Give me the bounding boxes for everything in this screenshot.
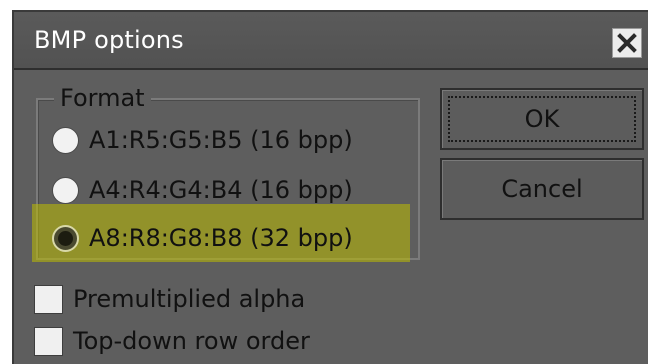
premultiplied-alpha-checkbox[interactable] xyxy=(34,284,63,314)
radio-button-selected[interactable] xyxy=(52,224,79,252)
top-down-row-order-checkbox[interactable] xyxy=(34,326,63,356)
premultiplied-alpha-label: Premultiplied alpha xyxy=(73,285,306,313)
format-option-label: A4:R4:G4:B4 (16 bpp) xyxy=(89,176,353,204)
format-option-label: A1:R5:G5:B5 (16 bpp) xyxy=(89,126,353,154)
radio-button[interactable] xyxy=(52,126,79,154)
top-down-row-order-checkbox-row[interactable]: Top-down row order xyxy=(34,324,310,358)
close-icon[interactable] xyxy=(612,28,642,58)
cancel-button[interactable]: Cancel xyxy=(440,158,644,220)
format-group: Format A1:R5:G5:B5 (16 bpp) A4:R4:G4:B4 … xyxy=(32,84,420,262)
dialog-body: Format A1:R5:G5:B5 (16 bpp) A4:R4:G4:B4 … xyxy=(14,70,648,364)
focus-ring xyxy=(448,96,636,142)
format-group-legend: Format xyxy=(54,84,151,112)
format-option-a8r8g8b8[interactable]: A8:R8:G8:B8 (32 bpp) xyxy=(52,220,353,256)
format-option-a4r4g4b4[interactable]: A4:R4:G4:B4 (16 bpp) xyxy=(52,172,353,208)
dialog-title: BMP options xyxy=(34,26,184,54)
bmp-options-dialog: BMP options Format A1:R5:G5:B5 (16 bpp) … xyxy=(12,10,648,364)
ok-button[interactable]: OK xyxy=(440,88,644,150)
top-down-row-order-label: Top-down row order xyxy=(73,327,310,355)
cancel-button-label: Cancel xyxy=(501,175,583,203)
format-option-a1r5g5b5[interactable]: A1:R5:G5:B5 (16 bpp) xyxy=(52,122,353,158)
radio-dot xyxy=(58,230,73,246)
title-bar[interactable]: BMP options xyxy=(14,12,648,70)
premultiplied-alpha-checkbox-row[interactable]: Premultiplied alpha xyxy=(34,282,305,316)
radio-button[interactable] xyxy=(52,176,79,204)
format-option-label: A8:R8:G8:B8 (32 bpp) xyxy=(89,224,353,252)
